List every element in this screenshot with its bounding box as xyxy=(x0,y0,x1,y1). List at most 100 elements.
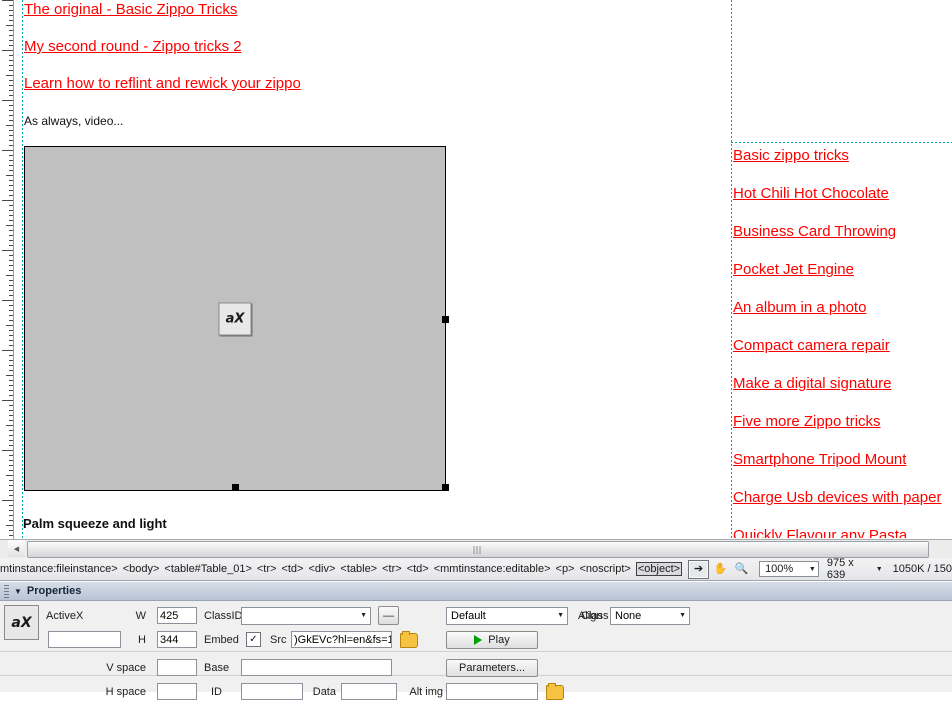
ruler-tick xyxy=(2,150,13,151)
id-input[interactable] xyxy=(241,683,303,700)
tag-selector-item-11[interactable]: <noscript> xyxy=(579,563,630,575)
sidebar-link-5[interactable]: Compact camera repair xyxy=(733,337,890,354)
tag-selector-item-8[interactable]: <td> xyxy=(407,563,429,575)
activex-icon: aX xyxy=(218,302,252,335)
sidebar-link-6[interactable]: Make a digital signature xyxy=(733,375,891,392)
document-link-1[interactable]: My second round - Zippo tricks 2 xyxy=(24,38,242,55)
scrollbar-thumb[interactable] xyxy=(27,541,929,558)
tag-selector-item-9[interactable]: <mmtinstance:editable> xyxy=(434,563,551,575)
vspace-input[interactable] xyxy=(157,659,197,676)
sidebar-link-4[interactable]: An album in a photo xyxy=(733,299,866,316)
document-canvas[interactable]: The original - Basic Zippo Tricks My sec… xyxy=(14,0,952,538)
hand-tool-icon[interactable]: ✋ xyxy=(711,561,730,578)
ruler-tick xyxy=(9,240,13,241)
tag-selector[interactable]: mtinstance:fileinstance> <body> <table#Tab… xyxy=(0,562,683,576)
ruler-tick xyxy=(9,505,13,506)
ruler-tick xyxy=(9,360,13,361)
sidebar-link-0[interactable]: Basic zippo tricks xyxy=(733,147,849,164)
sidebar-link-8[interactable]: Smartphone Tripod Mount xyxy=(733,451,906,468)
sidebar-link-7[interactable]: Five more Zippo tricks xyxy=(733,413,881,430)
base-input[interactable] xyxy=(241,659,392,676)
width-input[interactable]: 425 xyxy=(157,607,197,624)
play-icon xyxy=(474,634,483,645)
play-button[interactable]: Play xyxy=(446,630,538,649)
object-name-input[interactable] xyxy=(48,631,121,648)
window-size-select[interactable]: 975 x 639 ▼ xyxy=(827,557,883,581)
altimg-input[interactable] xyxy=(446,683,538,700)
class-select[interactable]: None ▼ xyxy=(610,606,690,625)
tag-selector-item-7[interactable]: <tr> xyxy=(382,563,402,575)
panel-grip-icon[interactable] xyxy=(4,584,9,598)
remove-classid-button[interactable]: — xyxy=(378,606,399,625)
ruler-tick xyxy=(6,125,13,126)
ruler-tick xyxy=(9,430,13,431)
align-select[interactable]: Default ▼ xyxy=(446,606,568,625)
classid-select[interactable]: ▼ xyxy=(241,606,371,625)
ruler-tick xyxy=(9,465,13,466)
sidebar-link-2[interactable]: Business Card Throwing xyxy=(733,223,896,240)
tag-selector-item-3[interactable]: <tr> xyxy=(257,563,277,575)
ruler-tick xyxy=(9,310,13,311)
body-paragraph: As always, video... xyxy=(24,114,124,128)
zoom-tool-icon[interactable]: 🔍 xyxy=(732,561,751,578)
tag-selector-item-10[interactable]: <p> xyxy=(556,563,575,575)
ruler-tick xyxy=(9,85,13,86)
tag-selector-item-2[interactable]: <table#Table_01> xyxy=(164,563,251,575)
properties-header[interactable]: ▼ Properties xyxy=(0,582,952,601)
ruler-tick xyxy=(9,355,13,356)
parameters-button[interactable]: Parameters... xyxy=(446,658,538,677)
select-tool-icon[interactable]: ➔ xyxy=(688,559,710,579)
ruler-tick xyxy=(6,175,13,176)
ruler-tick xyxy=(9,70,13,71)
tag-selector-item-5[interactable]: <div> xyxy=(308,563,335,575)
sidebar-link-9[interactable]: Charge Usb devices with paper xyxy=(733,489,941,506)
ruler-tick xyxy=(9,460,13,461)
ruler-tick xyxy=(6,525,13,526)
ruler-tick xyxy=(9,145,13,146)
sidebar-link-10[interactable]: Quickly Flavour any Pasta xyxy=(733,527,907,538)
src-input[interactable]: )GkEVc?hl=en&fs=1 xyxy=(291,631,392,648)
document-link-2[interactable]: Learn how to reflint and rewick your zip… xyxy=(24,75,301,92)
folder-browse-icon[interactable] xyxy=(400,631,418,648)
ruler-tick xyxy=(6,425,13,426)
ruler-tick xyxy=(9,265,13,266)
zoom-level-select[interactable]: 100% ▼ xyxy=(759,561,819,577)
tag-selector-item-1[interactable]: <body> xyxy=(123,563,160,575)
tag-selector-item-6[interactable]: <table> xyxy=(340,563,377,575)
table-guide-right xyxy=(731,0,732,538)
sidebar-link-1[interactable]: Hot Chili Hot Chocolate xyxy=(733,185,889,202)
ruler-tick xyxy=(9,110,13,111)
embed-checkbox[interactable]: ✓ xyxy=(246,632,261,647)
selection-handle-bottom-right[interactable] xyxy=(442,484,449,491)
document-link-0[interactable]: The original - Basic Zippo Tricks xyxy=(24,1,237,18)
properties-row-4: H space ID Data Alt img xyxy=(0,679,952,704)
ruler-tick xyxy=(6,475,13,476)
triangle-down-icon[interactable]: ▼ xyxy=(14,587,22,596)
sidebar-link-3[interactable]: Pocket Jet Engine xyxy=(733,261,854,278)
tag-selector-item-0[interactable]: mtinstance:fileinstance> xyxy=(0,563,118,575)
activex-icon-label: aX xyxy=(225,311,245,326)
data-input[interactable] xyxy=(341,683,397,700)
scrollbar-grip-icon xyxy=(473,546,483,554)
tag-selector-selected[interactable]: <object> xyxy=(635,562,683,576)
id-label: ID xyxy=(211,685,222,698)
selection-handle-right[interactable] xyxy=(442,316,449,323)
scroll-left-arrow[interactable]: ◀ xyxy=(8,540,25,557)
selection-handle-bottom-center[interactable] xyxy=(232,484,239,491)
ruler-tick xyxy=(9,435,13,436)
height-label: H xyxy=(138,633,146,646)
ruler-tick xyxy=(9,205,13,206)
ruler-tick xyxy=(9,440,13,441)
table-guide-left xyxy=(22,0,23,538)
horizontal-scrollbar[interactable]: ◀ xyxy=(0,539,952,559)
activex-object-placeholder[interactable]: aX xyxy=(24,146,446,491)
ruler-tick xyxy=(9,480,13,481)
height-input[interactable]: 344 xyxy=(157,631,197,648)
ruler-tick xyxy=(9,305,13,306)
class-value: None xyxy=(615,609,642,622)
altimg-folder-browse-icon[interactable] xyxy=(546,683,564,700)
status-bar: mtinstance:fileinstance> <body> <table#Tab… xyxy=(0,557,952,581)
hspace-input[interactable] xyxy=(157,683,197,700)
tag-selector-item-4[interactable]: <td> xyxy=(281,563,303,575)
ruler-tick xyxy=(9,390,13,391)
